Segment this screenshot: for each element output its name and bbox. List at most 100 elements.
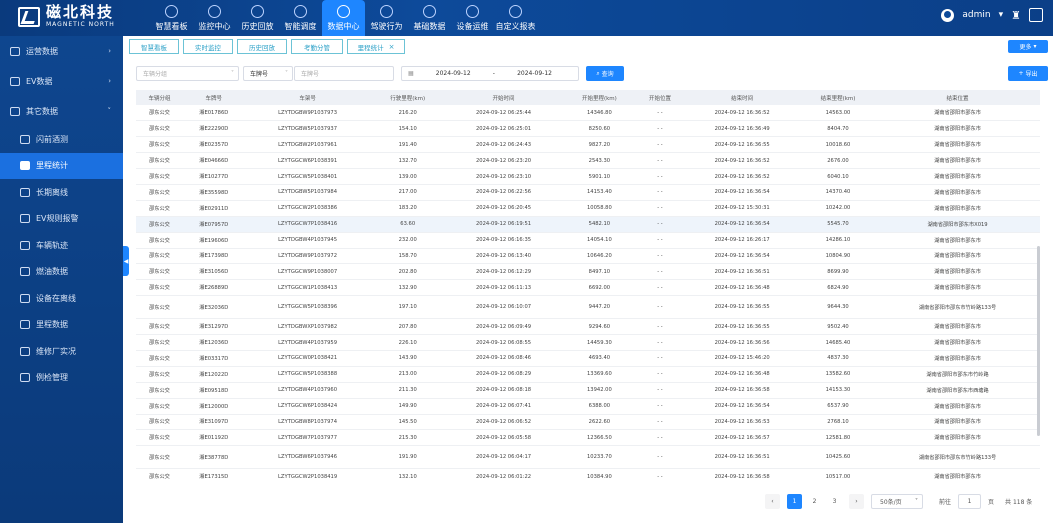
- table-row[interactable]: 邵东公交 湘E12000D LZYTGGCW6P1038424 149.90 2024-…: [136, 398, 1040, 415]
- sidebar-item-9[interactable]: 设备在离线: [0, 285, 123, 312]
- table-cell: 9502.40: [800, 318, 876, 336]
- more-button[interactable]: 更多 ▾: [1008, 40, 1048, 53]
- page-size-select[interactable]: 50条/页 ˅: [871, 494, 923, 509]
- page-button-3[interactable]: 3: [827, 494, 842, 509]
- table-row[interactable]: 邵东公交 湘E31056D LZYTGGCW9P1038007 202.80 2024-…: [136, 263, 1040, 281]
- sidebar-item-10[interactable]: 里程数据: [0, 312, 123, 339]
- user-avatar-icon[interactable]: [941, 8, 955, 22]
- plate-type-select[interactable]: 车牌号 ˅: [243, 66, 293, 81]
- user-dropdown-icon[interactable]: ▾: [999, 10, 1004, 20]
- tab-4[interactable]: 里程统计 ×: [347, 39, 405, 54]
- user-name[interactable]: admin: [962, 10, 990, 20]
- nav-item-8[interactable]: 自定义报表: [494, 0, 537, 36]
- table-row[interactable]: 邵东公交 湘E22290D LZYTDGBW5P1037937 154.10 2024-…: [136, 120, 1040, 138]
- table-row[interactable]: 邵东公交 湘E10277D LZYTGGCW5P1038401 139.00 2024-…: [136, 168, 1040, 185]
- sidebar-item-7[interactable]: 车辆轨迹: [0, 232, 123, 259]
- sidebar-item-6[interactable]: EV规则报警: [0, 206, 123, 233]
- table-row[interactable]: 邵东公交 湘E02911D LZYTGGCW2P1038386 183.20 2024-…: [136, 200, 1040, 217]
- table-row[interactable]: 邵东公交 湘E07957D LZYTGGCW7P1038416 63.60 2024-0…: [136, 216, 1040, 233]
- table-cell: LZYTDGBW5P1037937: [244, 120, 371, 138]
- table-scrollbar[interactable]: [1037, 246, 1040, 436]
- tab-3[interactable]: 考勤分管: [291, 39, 343, 54]
- vehicle-group-select[interactable]: 车辆分组 ˅: [136, 66, 239, 81]
- sidebar-item-label: 例检管理: [36, 373, 68, 383]
- sidebar-item-8[interactable]: 燃油数据: [0, 259, 123, 286]
- table-cell: 2024-09-12 16:36:53: [683, 414, 801, 431]
- prev-page-button[interactable]: ‹: [765, 494, 780, 509]
- table-cell: 湖南省邵阳市邵东市: [875, 414, 1040, 431]
- table-row[interactable]: 邵东公交 湘E17315D LZYTGGCW2P1038419 132.10 2024-…: [136, 468, 1040, 482]
- nav-item-0[interactable]: 智慧看板: [150, 0, 193, 36]
- table-row[interactable]: 邵东公交 湘E17398D LZYTDGBW9P1037972 158.70 2024-…: [136, 248, 1040, 265]
- nav-item-7[interactable]: 设备运维: [451, 0, 494, 36]
- table-row[interactable]: 邵东公交 湘E31097D LZYTDGBW8P1037974 145.50 2024-…: [136, 414, 1040, 431]
- alarm-icon[interactable]: ♜: [1011, 9, 1021, 22]
- sidebar-item-1[interactable]: EV数据 ›: [0, 66, 123, 96]
- nav-item-3[interactable]: 智能调度: [279, 0, 322, 36]
- query-button[interactable]: ⌕ 查询: [586, 66, 624, 81]
- profile-card-icon[interactable]: [1029, 8, 1043, 22]
- table-cell: 湘E01192D: [182, 429, 245, 447]
- sidebar-item-3[interactable]: 闪前酒测: [0, 126, 123, 153]
- table-row[interactable]: 邵东公交 湘E12036D LZYTDGBW4P1037959 226.10 2024-…: [136, 334, 1040, 351]
- page-button-1[interactable]: 1: [787, 494, 802, 509]
- chevron-down-icon: ˅: [285, 70, 288, 77]
- date-end[interactable]: 2024-09-12: [517, 70, 552, 77]
- close-icon[interactable]: ×: [389, 43, 395, 51]
- tab-2[interactable]: 历史回放: [237, 39, 287, 54]
- table-row[interactable]: 邵东公交 湘E12022D LZYTGGCW5P1038388 213.00 2024-…: [136, 366, 1040, 383]
- table-cell: 湖南省邵阳市邵东市: [875, 120, 1040, 138]
- table-row[interactable]: 邵东公交 湘E04666D LZYTGGCW6P1038391 132.70 2024-…: [136, 152, 1040, 170]
- tab-1[interactable]: 实时监控: [183, 39, 233, 54]
- date-range-picker[interactable]: ▦ 2024-09-12 - 2024-09-12: [401, 66, 579, 81]
- nav-item-4[interactable]: 数据中心: [322, 0, 365, 36]
- table-row[interactable]: 邵东公交 湘E31297D LZYTDGBWXP1037982 207.80 2024-…: [136, 318, 1040, 336]
- table-row[interactable]: 邵东公交 湘E09518D LZYTDGBW4P1037960 211.30 2024-…: [136, 382, 1040, 399]
- table-cell: 2024-09-12 06:06:52: [444, 414, 563, 431]
- export-button[interactable]: + 导出: [1008, 66, 1048, 81]
- table-cell: 10517.00: [800, 468, 876, 482]
- page-button-2[interactable]: 2: [807, 494, 822, 509]
- brand-logo[interactable]: 磁北科技 MAGNETIC NORTH: [18, 5, 115, 28]
- sidebar-item-4[interactable]: 里程统计: [0, 152, 123, 179]
- table-row[interactable]: 邵东公交 湘E01192D LZYTDGBW7P1037977 215.30 2024-…: [136, 429, 1040, 447]
- tab-0[interactable]: 智慧看板: [129, 39, 179, 54]
- table-cell: 邵东公交: [136, 232, 183, 249]
- nav-item-1[interactable]: 监控中心: [193, 0, 236, 36]
- more-label: 更多: [1019, 44, 1032, 51]
- column-header: 车辆分组: [136, 90, 183, 105]
- table-cell: 2622.60: [562, 414, 637, 431]
- table-row[interactable]: 邵东公交 湘E19606D LZYTDGBW4P1037945 232.00 2024-…: [136, 232, 1040, 249]
- nav-item-5[interactable]: 驾驶行为: [365, 0, 408, 36]
- sidebar-item-11[interactable]: 维修厂实况: [0, 338, 123, 365]
- menu-item-icon: [20, 240, 30, 250]
- sidebar-item-0[interactable]: 运营数据 ›: [0, 36, 123, 66]
- plate-input-placeholder: 车牌号: [301, 71, 320, 78]
- table-row[interactable]: 邵东公交 湘E01786D LZYTDGBW9P1037973 216.20 2024-…: [136, 105, 1040, 122]
- plate-input[interactable]: 车牌号: [294, 66, 394, 81]
- table-row[interactable]: 邵东公交 湘E26889D LZYTGGCW1P1038413 132.90 2024-…: [136, 279, 1040, 297]
- tab-label: 考勤分管: [304, 43, 330, 52]
- chevron-icon: ˅: [107, 107, 112, 115]
- nav-item-2[interactable]: 历史回放: [236, 0, 279, 36]
- table-cell: 2024-09-12 16:36:51: [683, 263, 801, 281]
- table-row[interactable]: 邵东公交 湘E03317D LZYTGGCW0P1038421 143.90 2024-…: [136, 350, 1040, 367]
- nav-item-6[interactable]: 基础数据: [408, 0, 451, 36]
- table-cell: 132.10: [370, 468, 445, 482]
- table-cell: 9827.20: [562, 136, 637, 154]
- sidebar-item-5[interactable]: 长期离线: [0, 179, 123, 206]
- table-cell: 湘E31297D: [182, 318, 245, 336]
- table-cell: 2024-09-12 16:36:58: [683, 382, 801, 399]
- table-row[interactable]: 邵东公交 湘E38778D LZYTDGBW6P1037946 191.90 2024-…: [136, 445, 1040, 470]
- goto-page-input[interactable]: 1: [958, 494, 982, 509]
- date-start[interactable]: 2024-09-12: [436, 70, 471, 77]
- table-cell: 邵东公交: [136, 136, 183, 154]
- sidebar-item-12[interactable]: 例检管理: [0, 365, 123, 392]
- next-page-button[interactable]: ›: [849, 494, 864, 509]
- table-row[interactable]: 邵东公交 湘E35598D LZYTDGBW5P1037984 217.00 2024-…: [136, 184, 1040, 201]
- table-row[interactable]: 邵东公交 湘E02357D LZYTDGBW2P1037961 191.40 2024-…: [136, 136, 1040, 154]
- table-cell: 143.90: [370, 350, 445, 367]
- sidebar-item-2[interactable]: 其它数据 ˅: [0, 96, 123, 126]
- table-row[interactable]: 邵东公交 湘E32036D LZYTGGCW5P1038396 197.10 2024-…: [136, 295, 1040, 320]
- driving-icon: [380, 4, 393, 18]
